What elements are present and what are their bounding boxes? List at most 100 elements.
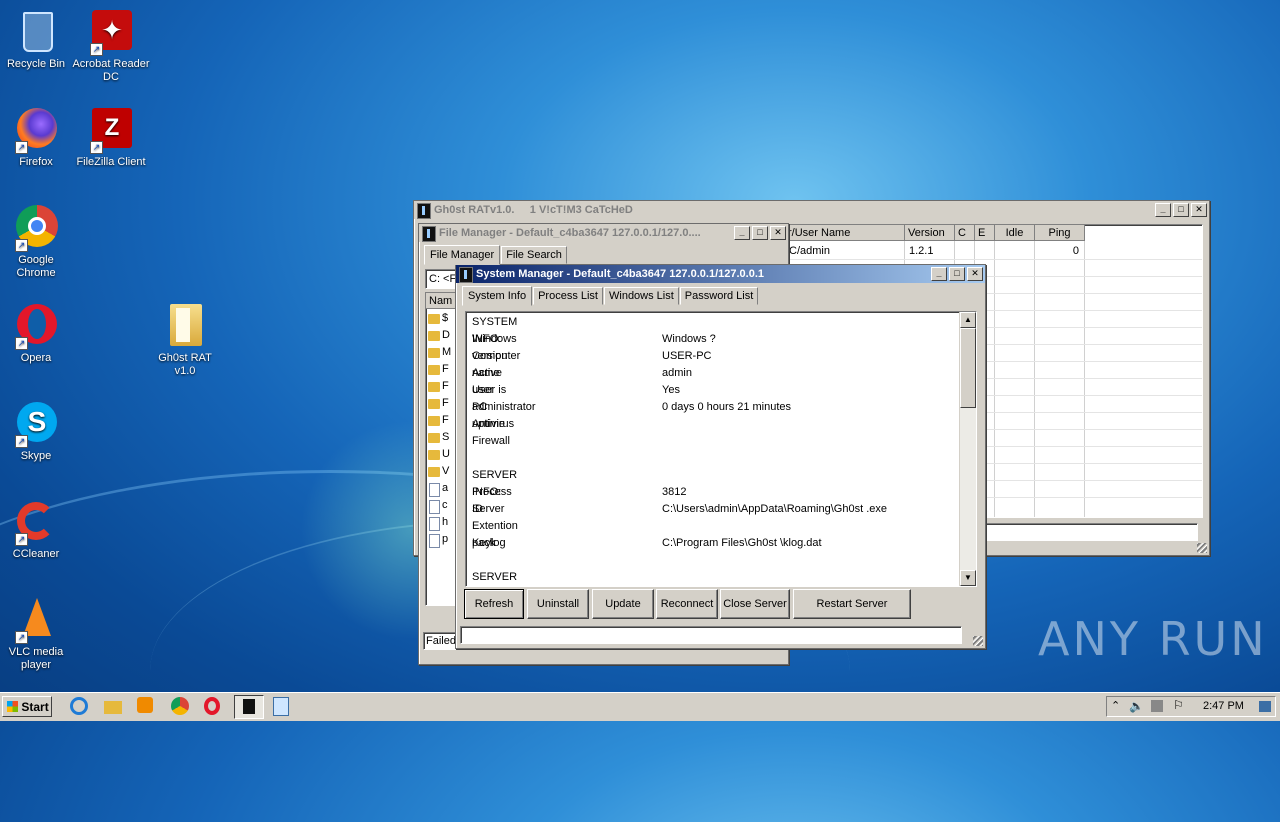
- tab-system-info[interactable]: System Info: [462, 286, 533, 306]
- list-item[interactable]: $: [428, 311, 458, 328]
- uninstall-button[interactable]: Uninstall: [527, 589, 589, 619]
- list-item[interactable]: S: [428, 430, 458, 447]
- desktop-icon-skype[interactable]: S ↗ Skype: [0, 400, 76, 463]
- vertical-scrollbar[interactable]: ▲ ▼: [959, 312, 976, 586]
- maximize-button[interactable]: □: [1173, 203, 1189, 217]
- list-item[interactable]: p: [428, 532, 458, 549]
- list-item-label: c: [442, 499, 448, 511]
- col-version[interactable]: Version: [905, 225, 955, 241]
- list-item[interactable]: F: [428, 379, 458, 396]
- scroll-up-button[interactable]: ▲: [960, 312, 976, 328]
- minimize-button[interactable]: _: [1155, 203, 1171, 217]
- desktop-icon-gh0st-folder[interactable]: Gh0st RAT v1.0: [145, 302, 225, 378]
- list-item[interactable]: F: [428, 413, 458, 430]
- list-item[interactable]: F: [428, 362, 458, 379]
- ie-icon[interactable]: [70, 697, 90, 717]
- list-item-label: S: [442, 431, 450, 443]
- col-user-name[interactable]: r/User Name: [785, 225, 905, 241]
- opera-icon[interactable]: [204, 697, 224, 717]
- info-key: Antivirus: [472, 418, 515, 430]
- maximize-button[interactable]: □: [752, 226, 768, 240]
- restart-server-button[interactable]: Restart Server: [793, 589, 911, 619]
- desktop-icon-vlc[interactable]: ↗ VLC media player: [0, 596, 76, 672]
- list-item-label: U: [442, 448, 450, 460]
- col-c[interactable]: C: [955, 225, 975, 241]
- chrome-icon[interactable]: [171, 697, 191, 717]
- col-ping[interactable]: Ping: [1035, 225, 1085, 241]
- minimize-button[interactable]: _: [734, 226, 750, 240]
- info-key: Computer name: [472, 350, 521, 379]
- scroll-down-button[interactable]: ▼: [960, 570, 976, 586]
- media-player-icon[interactable]: [137, 697, 157, 717]
- close-server-button[interactable]: Close Server: [720, 589, 790, 619]
- recycle-bin-icon: [13, 8, 59, 54]
- list-item[interactable]: a: [428, 481, 458, 498]
- tab-file-manager[interactable]: File Manager: [424, 245, 501, 265]
- resize-grip[interactable]: [1197, 543, 1207, 553]
- explorer-icon[interactable]: [104, 697, 124, 717]
- list-item[interactable]: F: [428, 396, 458, 413]
- file-icon: [429, 534, 440, 548]
- file-manager-titlebar[interactable]: File Manager - Default_c4ba3647 127.0.0.…: [419, 224, 788, 242]
- list-item-label: V: [442, 465, 450, 477]
- list-item[interactable]: h: [428, 515, 458, 532]
- network-icon[interactable]: [1151, 700, 1163, 712]
- list-item[interactable]: U: [428, 447, 458, 464]
- tab-password-list[interactable]: Password List: [679, 287, 759, 305]
- clock[interactable]: 2:47 PM: [1203, 700, 1244, 712]
- info-key: Process ID: [472, 486, 512, 515]
- folder-icon: [428, 433, 440, 443]
- file-icon: [429, 483, 440, 497]
- folder-icon: [428, 314, 440, 324]
- flag-icon[interactable]: ⚐: [1173, 698, 1184, 712]
- maximize-button[interactable]: □: [949, 267, 965, 281]
- notepad-icon[interactable]: [273, 697, 293, 717]
- list-item[interactable]: V: [428, 464, 458, 481]
- minimize-button[interactable]: _: [931, 267, 947, 281]
- close-button[interactable]: ✕: [967, 267, 983, 281]
- cell-version: 1.2.1: [909, 245, 934, 257]
- close-button[interactable]: ✕: [1191, 203, 1207, 217]
- desktop-icon-recycle-bin[interactable]: Recycle Bin: [0, 8, 76, 71]
- folder-icon: [428, 399, 440, 409]
- col-idle[interactable]: Idle: [995, 225, 1035, 241]
- desktop-icon-acrobat[interactable]: ✦ ↗ Acrobat Reader DC: [71, 8, 151, 84]
- tab-file-search[interactable]: File Search: [501, 246, 567, 264]
- scroll-thumb[interactable]: [960, 328, 976, 408]
- info-value: 0 days 0 hours 21 minutes: [662, 401, 792, 413]
- info-key: SERVER INFO:: [472, 469, 518, 498]
- info-value: C:\Program Files\Gh0st \klog.dat: [662, 537, 822, 549]
- list-item-label: h: [442, 516, 449, 528]
- desktop-icon-chrome[interactable]: ↗ Google Chrome: [0, 204, 76, 280]
- desktop-icon-opera[interactable]: ↗ Opera: [0, 302, 76, 365]
- folder-icon: [428, 382, 440, 392]
- reconnect-button[interactable]: Reconnect: [656, 589, 718, 619]
- resize-grip[interactable]: [973, 636, 983, 646]
- list-item[interactable]: D: [428, 328, 458, 345]
- main-window-titlebar[interactable]: Gh0st RATv1.0. 1 V!cT!M3 CaTcHeD _ □ ✕: [414, 201, 1209, 219]
- tab-process-list[interactable]: Process List: [533, 287, 603, 305]
- start-button[interactable]: Start: [2, 696, 52, 717]
- col-e[interactable]: E: [975, 225, 995, 241]
- update-button[interactable]: Update: [592, 589, 654, 619]
- gh0st-icon: [417, 203, 431, 219]
- desktop-icon-ccleaner[interactable]: ↗ CCleaner: [0, 498, 76, 561]
- volume-icon[interactable]: 🔈: [1129, 699, 1144, 713]
- info-key: Active user: [472, 367, 502, 396]
- system-info-panel[interactable]: SYSTEM INFO: Windows version Windows ? Comp…: [465, 311, 977, 587]
- list-item[interactable]: M: [428, 345, 458, 362]
- tray-expand-icon[interactable]: ⌃: [1111, 699, 1120, 712]
- refresh-button[interactable]: Refresh: [464, 589, 524, 619]
- ccleaner-icon: ↗: [13, 498, 59, 546]
- desktop-icon-filezilla[interactable]: Z ↗ FileZilla Client: [71, 106, 151, 169]
- gh0st-icon[interactable]: [234, 695, 264, 719]
- show-desktop-icon[interactable]: [1259, 701, 1271, 712]
- list-item[interactable]: c: [428, 498, 458, 515]
- desktop-icon-firefox[interactable]: ↗ Firefox: [0, 106, 76, 169]
- info-key: Server: [472, 503, 505, 515]
- info-key: Keylog: [472, 537, 506, 549]
- system-manager-titlebar[interactable]: System Manager - Default_c4ba3647 127.0.…: [456, 265, 985, 283]
- tab-windows-list[interactable]: Windows List: [604, 287, 679, 305]
- close-button[interactable]: ✕: [770, 226, 786, 240]
- list-item-label: D: [442, 329, 450, 341]
